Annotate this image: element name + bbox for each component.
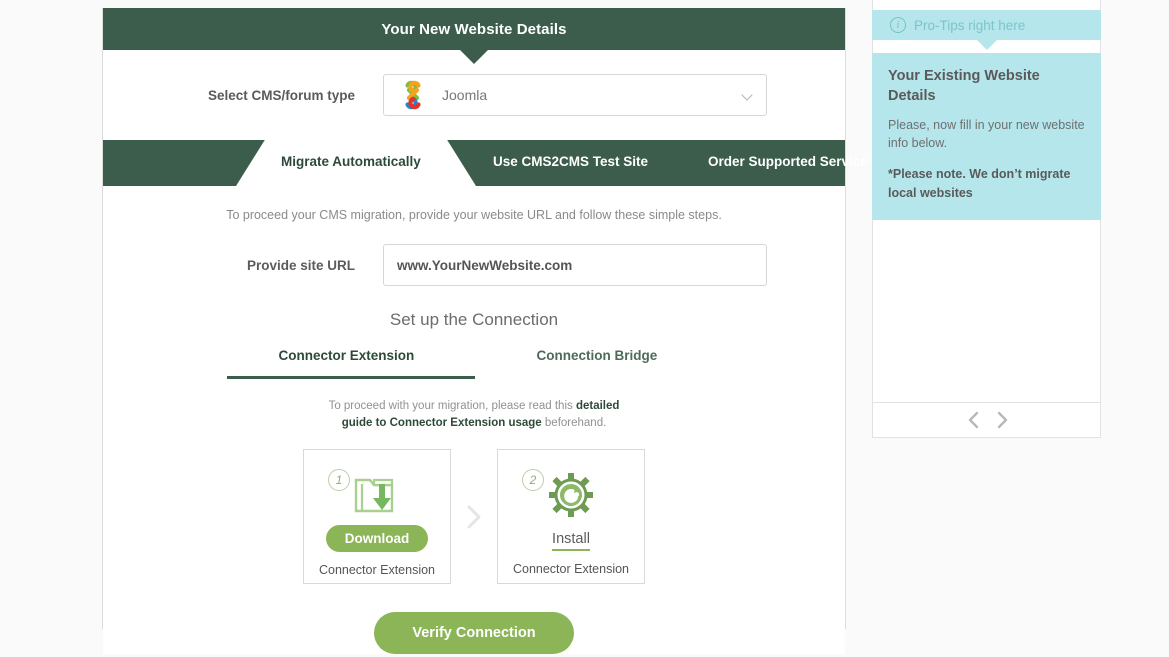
step-caption: Connector Extension <box>512 562 630 577</box>
guide-prefix: To proceed with your migration, please r… <box>328 400 576 412</box>
tips-spacer <box>872 219 1101 402</box>
chevron-down-icon <box>743 91 752 100</box>
step-number: 1 <box>328 469 350 492</box>
steps-row: 1 Download Connector Extension 2 Install… <box>103 449 845 585</box>
pro-tips-sidebar: i Pro-Tips right here Your Existing Webs… <box>872 0 1101 438</box>
guide-suffix: beforehand. <box>541 416 607 429</box>
tab-migrate-automatically[interactable]: Migrate Automatically <box>281 154 421 169</box>
active-subtab-underline <box>226 376 475 379</box>
step-number: 2 <box>522 469 544 492</box>
tips-note: *Please note. We don’t migrate local web… <box>888 167 1071 200</box>
tab-order-supported-service[interactable]: Order Supported Service <box>708 154 868 169</box>
cms-select-value: Joomla <box>442 87 488 103</box>
install-link[interactable]: Install <box>552 531 590 552</box>
main-panel: Your New Website Details Select CMS/foru… <box>102 8 868 655</box>
verify-connection-button[interactable]: Verify Connection <box>374 612 574 655</box>
tips-title: Your Existing Website Details <box>888 68 1040 104</box>
intro-text: To proceed your CMS migration, provide y… <box>226 208 722 222</box>
chevron-left-icon[interactable] <box>967 411 981 429</box>
chevron-right-icon[interactable] <box>995 411 1009 429</box>
panel-header: Your New Website Details <box>103 8 845 64</box>
folder-download-icon <box>350 467 404 523</box>
header-caret <box>460 50 488 64</box>
step-caption: Connector Extension <box>318 563 436 578</box>
page-title: Your New Website Details <box>381 20 567 38</box>
cms-select-label: Select CMS/forum type <box>207 87 355 103</box>
page-root: Your New Website Details Select CMS/foru… <box>0 0 1169 657</box>
tips-caret <box>976 40 997 50</box>
connection-subtabs: Connector Extension Connection Bridge <box>226 348 722 379</box>
chevron-right-icon <box>451 504 497 530</box>
subtab-connection-bridge[interactable]: Connection Bridge <box>537 348 658 363</box>
site-url-input[interactable] <box>383 244 767 286</box>
pro-tips-card: Your Existing Website Details Please, no… <box>872 53 1101 220</box>
step-card-install: 2 Install Connector Extension <box>497 449 645 585</box>
setup-connection-title: Set up the Connection <box>389 310 559 329</box>
cms-select-dropdown[interactable]: Joomla <box>383 74 767 116</box>
site-url-label: Provide site URL <box>246 257 355 273</box>
joomla-logo-icon <box>396 78 430 112</box>
tab-panel-content: To proceed your CMS migration, provide y… <box>103 186 845 655</box>
site-url-row: Provide site URL <box>103 244 845 286</box>
sidebar-top-strip <box>872 0 1101 10</box>
tips-nav-footer <box>872 401 1101 438</box>
info-icon: i <box>890 17 906 33</box>
subtab-connector-extension[interactable]: Connector Extension <box>279 348 415 363</box>
tips-body: Please, now fill in your new website inf… <box>888 118 1085 151</box>
guide-text: To proceed with your migration, please r… <box>103 398 845 431</box>
gear-refresh-icon <box>545 467 597 523</box>
download-button[interactable]: Download <box>325 525 429 553</box>
verify-button-wrap: Verify Connection <box>103 612 845 655</box>
step-card-download: 1 Download Connector Extension <box>303 449 451 585</box>
main-tabbar: Migrate Automatically Use CMS2CMS Test S… <box>103 140 868 186</box>
pro-tips-label: Pro-Tips right here <box>914 17 1026 33</box>
tab-use-test-site[interactable]: Use CMS2CMS Test Site <box>493 154 648 169</box>
pro-tips-header: i Pro-Tips right here <box>872 10 1101 50</box>
